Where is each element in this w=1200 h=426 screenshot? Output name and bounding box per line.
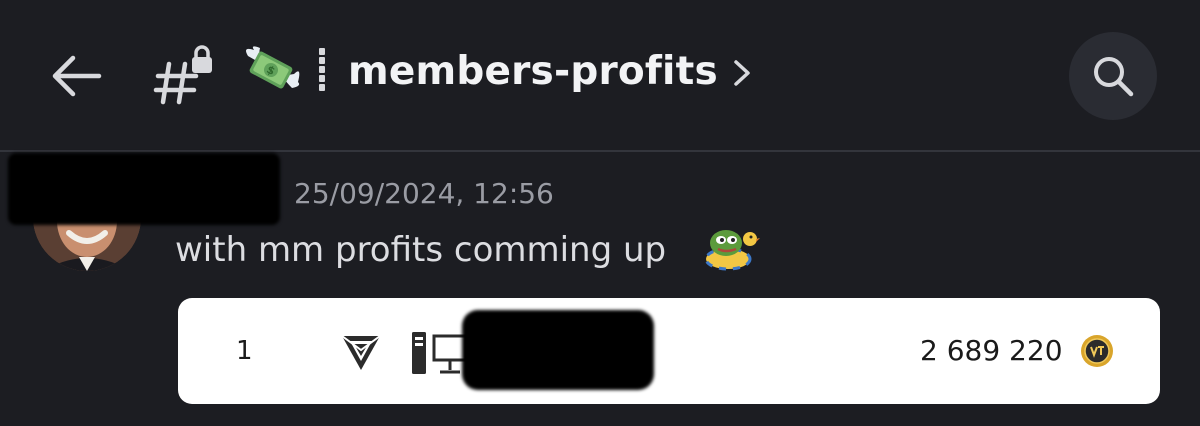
channel-name[interactable]: members-profits (348, 46, 718, 98)
channel-header: $ members-profits (0, 0, 1200, 150)
desktop-computer-icon (412, 332, 468, 374)
redacted-player-name (462, 310, 654, 390)
chevron-right-icon[interactable] (730, 58, 754, 88)
header-divider (0, 150, 1200, 152)
message-timestamp: 25/09/2024, 12:56 (294, 177, 554, 210)
pepe-swim-ring-emoji (704, 230, 760, 271)
gold-coin-icon (1081, 335, 1113, 367)
profit-amount: 2 689 220 (920, 334, 1063, 367)
separator-icon (319, 48, 325, 91)
search-icon (1094, 57, 1134, 97)
locked-hashtag-icon (153, 45, 212, 105)
back-button[interactable] (46, 48, 108, 104)
redacted-username (8, 153, 280, 225)
leaderboard-embed: 1 2 689 220 (178, 298, 1160, 404)
arrow-left-icon (52, 55, 102, 97)
rank-number: 1 (236, 336, 253, 366)
message-text: with mm profits comming up (175, 230, 667, 270)
triangle-logo-icon (341, 335, 381, 370)
money-with-wings-emoji: $ (246, 46, 300, 89)
search-button[interactable] (1069, 32, 1157, 120)
